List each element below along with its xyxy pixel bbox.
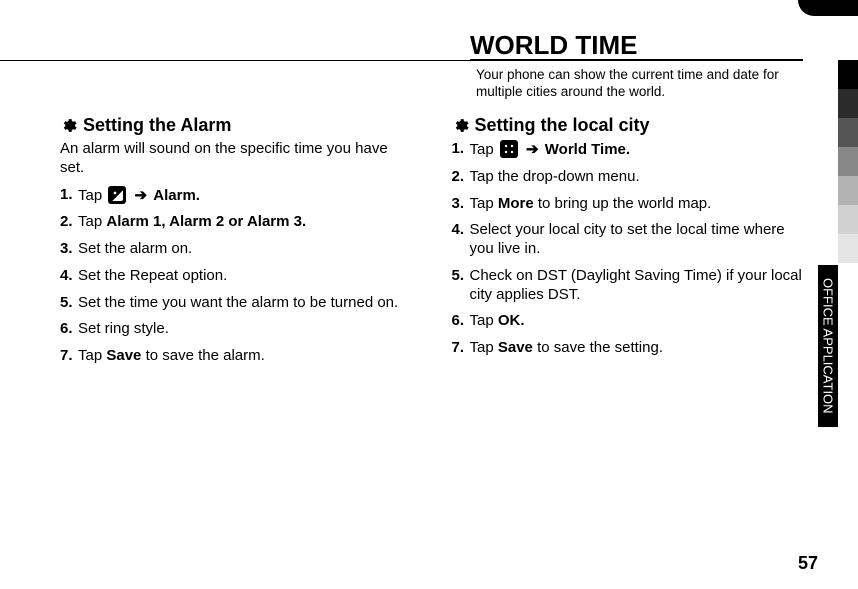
page-number: 57: [798, 553, 818, 574]
world-time-heading: WORLD TIME: [470, 30, 646, 61]
step-number: 6.: [60, 320, 73, 339]
step-number: 3.: [452, 195, 465, 214]
step-text: Tap: [470, 141, 494, 158]
step-text: Check on DST (Daylight Saving Time) if y…: [470, 267, 802, 303]
index-cell: [838, 118, 858, 147]
content-columns: Setting the Alarm An alarm will sound on…: [60, 115, 803, 374]
arrow-icon: ➔: [526, 141, 539, 158]
step-bold: Alarm.: [153, 187, 200, 204]
step-text: Set the time you want the alarm to be tu…: [78, 294, 398, 311]
step-number: 7.: [60, 347, 73, 366]
step-item: 1. Tap ➔ World Time.: [452, 140, 804, 160]
step-number: 1.: [452, 140, 465, 159]
world-time-subtext: Your phone can show the current time and…: [476, 67, 786, 101]
step-number: 7.: [452, 339, 465, 358]
step-tail: to save the alarm.: [141, 347, 264, 364]
side-index: [838, 60, 858, 263]
step-item: 7. Tap Save to save the alarm.: [60, 347, 412, 366]
step-text: Tap: [78, 347, 106, 364]
step-text: Tap: [470, 312, 498, 329]
step-number: 2.: [452, 168, 465, 187]
step-item: 3. Set the alarm on.: [60, 240, 412, 259]
page: WORLD TIME Your phone can show the curre…: [0, 0, 858, 589]
setting-local-city-heading: Setting the local city: [452, 115, 804, 136]
step-bold: More: [498, 195, 534, 212]
index-cell: [838, 147, 858, 176]
step-number: 4.: [60, 267, 73, 286]
setting-local-city-title: Setting the local city: [475, 115, 650, 136]
step-number: 4.: [452, 221, 465, 240]
setting-alarm-desc: An alarm will sound on the specific time…: [60, 140, 412, 178]
notch-decoration: [798, 0, 858, 16]
step-text: Set ring style.: [78, 320, 169, 337]
step-number: 2.: [60, 213, 73, 232]
step-item: 4. Set the Repeat option.: [60, 267, 412, 286]
world-time-underline: [470, 59, 803, 61]
step-bold: Save: [498, 339, 533, 356]
alarm-steps: 1. Tap ➔ Alarm. 2. Tap Alarm 1, Alarm 2 …: [60, 186, 412, 366]
side-chapter-tab: OFFICE APPLICATION: [818, 265, 838, 427]
step-bold: Save: [106, 347, 141, 364]
setting-alarm-heading: Setting the Alarm: [60, 115, 412, 136]
step-bold: World Time.: [545, 141, 630, 158]
step-item: 4. Select your local city to set the loc…: [452, 221, 804, 259]
step-item: 6. Tap OK.: [452, 312, 804, 331]
step-item: 7. Tap Save to save the setting.: [452, 339, 804, 358]
menu-icon: [108, 186, 126, 204]
step-tail: to save the setting.: [533, 339, 663, 356]
step-number: 1.: [60, 186, 73, 205]
step-number: 5.: [60, 294, 73, 313]
local-city-steps: 1. Tap ➔ World Time. 2. Tap the drop-dow…: [452, 140, 804, 358]
gear-icon: [452, 117, 469, 134]
index-cell: [838, 60, 858, 89]
step-item: 3. Tap More to bring up the world map.: [452, 195, 804, 214]
step-text: Tap the drop-down menu.: [470, 168, 640, 185]
step-tail: to bring up the world map.: [534, 195, 712, 212]
step-item: 2. Tap the drop-down menu.: [452, 168, 804, 187]
step-text: Set the Repeat option.: [78, 267, 227, 284]
step-text: Tap: [470, 339, 498, 356]
menu-icon: [500, 140, 518, 158]
step-text: Select your local city to set the local …: [470, 221, 785, 257]
step-bold: Alarm 1, Alarm 2 or Alarm 3.: [106, 213, 306, 230]
step-text: Tap: [78, 187, 102, 204]
step-text: Tap: [470, 195, 498, 212]
step-number: 5.: [452, 267, 465, 286]
step-text: Tap: [78, 213, 106, 230]
column-right: Setting the local city 1. Tap ➔ World Ti…: [452, 115, 804, 374]
column-left: Setting the Alarm An alarm will sound on…: [60, 115, 412, 374]
setting-alarm-title: Setting the Alarm: [83, 115, 231, 136]
index-cell: [838, 89, 858, 118]
step-item: 2. Tap Alarm 1, Alarm 2 or Alarm 3.: [60, 213, 412, 232]
step-text: Set the alarm on.: [78, 240, 192, 257]
step-item: 1. Tap ➔ Alarm.: [60, 186, 412, 206]
index-cell: [838, 234, 858, 263]
index-cell: [838, 176, 858, 205]
step-bold: OK.: [498, 312, 525, 329]
arrow-icon: ➔: [135, 187, 148, 204]
step-item: 6. Set ring style.: [60, 320, 412, 339]
step-item: 5. Set the time you want the alarm to be…: [60, 294, 412, 313]
step-number: 3.: [60, 240, 73, 259]
index-cell: [838, 205, 858, 234]
step-item: 5. Check on DST (Daylight Saving Time) i…: [452, 267, 804, 305]
step-number: 6.: [452, 312, 465, 331]
gear-icon: [60, 117, 77, 134]
